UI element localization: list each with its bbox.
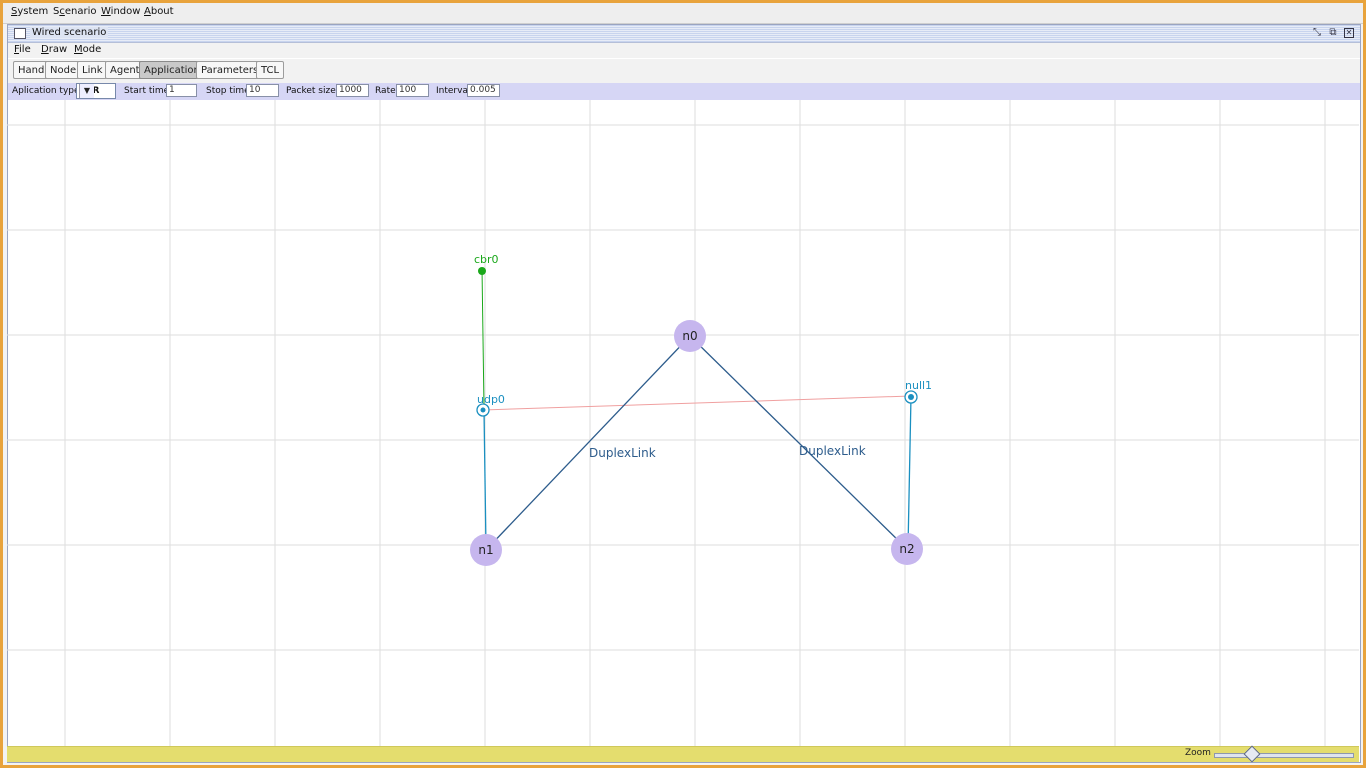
restore-icon[interactable]: ⧉ (1328, 28, 1338, 38)
stop-time-input[interactable]: 10 (246, 84, 279, 97)
rate-label: Rate (375, 86, 396, 96)
mode-toolbar: Hand Node Link Agent Application Paramet… (8, 59, 1360, 83)
agent-connection-line (482, 395, 912, 411)
node-label: n2 (899, 542, 914, 556)
rate-input[interactable]: 100 (396, 84, 429, 97)
file-menu-rest: ile (19, 44, 31, 55)
draw-menu[interactable]: Draw (41, 44, 67, 55)
window-titlebar[interactable]: Wired scenario ⤡ ⧉ ✕ (8, 25, 1360, 43)
agent-marker-null1-dot (908, 394, 914, 400)
canvas-grid (7, 100, 1359, 746)
file-menu[interactable]: File (14, 44, 31, 55)
start-time-label: Start time (124, 86, 170, 96)
window-title: Wired scenario (30, 27, 109, 38)
application-type-label: Aplication type (12, 86, 80, 96)
about-menu-label: bout (150, 6, 174, 17)
interval-label: Interval (436, 86, 471, 96)
window-menubar: File Draw Mode (8, 43, 1360, 58)
zoom-slider-track[interactable] (1214, 753, 1354, 758)
duplex-link-n1-n0[interactable] (485, 335, 691, 551)
application-button[interactable]: Application (139, 61, 205, 79)
system-menu-label: ystem (17, 6, 49, 17)
link-button[interactable]: Link (77, 61, 108, 79)
link-label: DuplexLink (589, 446, 656, 460)
agent-marker-udp0-dot (480, 407, 486, 413)
zoom-slider-thumb[interactable] (1243, 745, 1261, 763)
agent-attach-line-null1 (907, 395, 912, 549)
scenario-menu-label: enario (64, 6, 97, 17)
draw-menu-rest: raw (48, 44, 68, 55)
duplex-link-n0-n2[interactable] (689, 335, 908, 550)
agent-label: null1 (905, 379, 932, 392)
packet-size-input[interactable]: 1000 (336, 84, 369, 97)
status-bar: Zoom (7, 745, 1359, 763)
about-menu[interactable]: About (144, 6, 174, 17)
mode-menu[interactable]: Mode (74, 44, 101, 55)
window-menu-label: indow (110, 6, 141, 17)
scenario-menu[interactable]: Scenario (53, 6, 97, 17)
stop-time-label: Stop time (206, 86, 250, 96)
system-menubar: System Scenario Window About (3, 3, 1363, 24)
start-time-input[interactable]: 1 (166, 84, 197, 97)
window-icon (14, 28, 26, 39)
node-button[interactable]: Node (45, 61, 82, 79)
hand-button[interactable]: Hand (13, 61, 50, 79)
application-params-bar: Aplication type CBR ▼ Start time 1 Stop … (8, 83, 1360, 100)
chevron-down-icon[interactable]: ▼ (79, 84, 94, 98)
agent-label: udp0 (477, 393, 505, 406)
interval-input[interactable]: 0.005 (467, 84, 500, 97)
agent-attach-line-cbr0 (481, 267, 485, 409)
mode-menu-rest: ode (82, 44, 102, 55)
close-icon[interactable]: ✕ (1344, 28, 1354, 38)
window-menu[interactable]: Window (101, 6, 140, 17)
parameters-button[interactable]: Parameters (196, 61, 264, 79)
topology-canvas[interactable]: DuplexLink DuplexLink cbr0 udp0 null1 n0… (7, 100, 1359, 746)
link-label: DuplexLink (799, 444, 866, 458)
tcl-button[interactable]: TCL (256, 61, 285, 79)
zoom-label: Zoom (1185, 748, 1211, 758)
desktop-frame: System Scenario Window About Wired scena… (0, 0, 1366, 768)
node-label: n1 (478, 543, 493, 557)
system-menu[interactable]: System (11, 6, 48, 17)
minimize-icon[interactable]: ⤡ (1312, 28, 1322, 38)
node-label: n0 (682, 329, 697, 343)
application-type-select[interactable]: CBR ▼ (76, 83, 116, 99)
application-label: cbr0 (474, 253, 499, 266)
application-dot-cbr0[interactable] (478, 267, 486, 275)
packet-size-label: Packet size (286, 86, 336, 96)
